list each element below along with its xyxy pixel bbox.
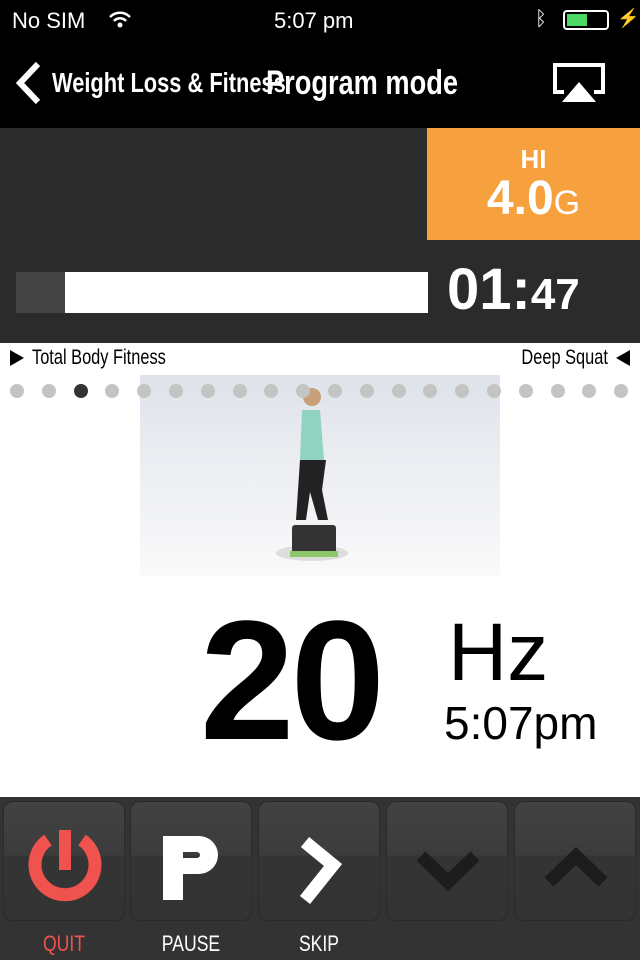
quit-label: QUIT xyxy=(42,931,86,956)
chevron-up-icon xyxy=(544,846,608,887)
frequency-unit: Hz xyxy=(448,607,549,698)
exercise-label[interactable]: Deep Squat xyxy=(497,346,632,370)
chevron-down-icon xyxy=(416,851,480,892)
program-label[interactable]: Total Body Fitness xyxy=(8,346,204,370)
intensity-badge: HI 4.0G xyxy=(427,128,640,240)
step-dot xyxy=(10,384,24,398)
intensity-unit: G xyxy=(553,184,581,222)
chevron-left-icon xyxy=(15,61,41,105)
frequency-value: 20 xyxy=(200,586,385,776)
reverse-play-icon xyxy=(616,350,630,366)
step-dot xyxy=(169,384,183,398)
quit-button[interactable] xyxy=(3,801,125,921)
status-bar: No SIM 5:07 pm ᛒ ⚡ xyxy=(0,0,640,40)
battery-icon xyxy=(563,10,609,30)
airplay-icon[interactable] xyxy=(552,62,606,102)
timer-minutes: 01: xyxy=(447,257,531,322)
back-label: Weight Loss & Fitness xyxy=(52,67,286,98)
exercise-name: Deep Squat xyxy=(521,346,608,369)
step-dot xyxy=(518,384,533,398)
step-dot xyxy=(41,384,56,398)
timer: 01:47 xyxy=(447,256,580,323)
timer-seconds: 47 xyxy=(530,270,580,319)
power-icon xyxy=(28,830,102,902)
progress-filled xyxy=(16,272,66,313)
step-dot xyxy=(391,384,406,398)
decrease-button[interactable] xyxy=(386,801,508,921)
step-dot xyxy=(582,384,597,398)
nav-bar: Weight Loss & Fitness Program mode xyxy=(0,40,640,128)
step-dot xyxy=(487,384,501,398)
pause-label: PAUSE xyxy=(161,931,221,956)
increase-button[interactable] xyxy=(514,801,636,921)
wifi-icon xyxy=(109,11,131,28)
pause-button[interactable] xyxy=(130,801,252,921)
progress-track xyxy=(65,272,428,313)
step-dot xyxy=(359,384,374,398)
clock-readout: 5:07pm xyxy=(444,697,598,749)
exercise-figure xyxy=(276,388,348,561)
page-title: Program mode xyxy=(266,64,458,102)
charging-icon: ⚡ xyxy=(617,8,640,28)
carrier: No SIM xyxy=(12,8,86,33)
bluetooth-icon: ᛒ xyxy=(535,8,547,30)
clock: 5:07 pm xyxy=(274,8,354,33)
step-dot xyxy=(614,384,629,398)
skip-label: SKIP xyxy=(298,931,340,956)
program-name: Total Body Fitness xyxy=(32,346,166,369)
step-dot xyxy=(328,384,342,398)
step-dot xyxy=(550,384,565,398)
step-dot xyxy=(232,384,247,398)
pause-p-icon xyxy=(163,836,218,900)
play-icon xyxy=(10,350,24,366)
step-dot xyxy=(200,384,215,398)
skip-button[interactable] xyxy=(258,801,380,921)
exercise-video[interactable] xyxy=(140,375,500,576)
chevron-right-icon xyxy=(299,836,343,905)
step-dot xyxy=(73,384,88,398)
intensity-value: 4.0 xyxy=(486,172,554,225)
control-bar: QUIT PAUSE SKIP xyxy=(0,797,640,960)
step-dot xyxy=(105,384,120,398)
